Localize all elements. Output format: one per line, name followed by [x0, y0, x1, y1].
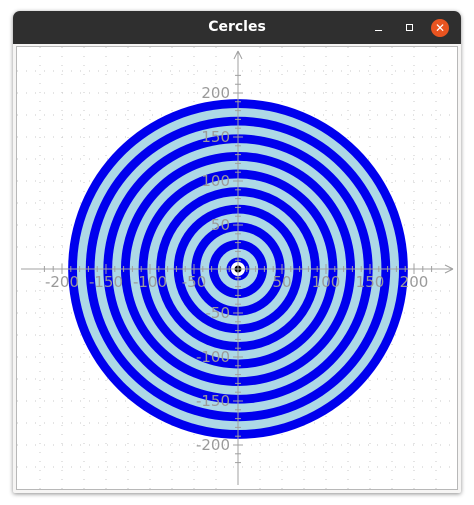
minimize-button[interactable] — [369, 18, 389, 38]
x-tick-label: -150 — [89, 273, 123, 291]
title-bar[interactable]: Cercles ✕ — [13, 11, 461, 44]
circles-plot: -200 -200 -150 -150 -100 -100 -50 -50 50 50 100 100… — [17, 47, 457, 489]
app-window: Cercles ✕ -200 -200 -150 -150 -100 -100 -50 -50… — [13, 11, 461, 493]
y-tick-label: 200 — [201, 84, 230, 102]
x-tick-label: -100 — [133, 273, 167, 291]
x-tick-label: -50 — [182, 273, 207, 291]
y-tick-label: -100 — [196, 348, 230, 366]
x-tick-label: -200 — [45, 273, 79, 291]
x-tick-label: 200 — [400, 273, 429, 291]
minimize-icon — [375, 30, 382, 31]
y-tick-label: 100 — [201, 172, 230, 190]
x-tick-label: 150 — [356, 273, 385, 291]
window-title: Cercles — [208, 19, 266, 35]
drawing-canvas: -200 -200 -150 -150 -100 -100 -50 -50 50 50 100 100… — [16, 46, 458, 490]
y-tick-label: -150 — [196, 392, 230, 410]
y-tick-label: -50 — [206, 304, 231, 322]
close-icon: ✕ — [434, 21, 446, 35]
y-tick-label: 50 — [211, 216, 230, 234]
close-button[interactable]: ✕ — [431, 19, 449, 37]
maximize-button[interactable] — [400, 18, 420, 38]
x-tick-label: 100 — [312, 273, 341, 291]
y-tick-label: -200 — [196, 436, 230, 454]
maximize-icon — [406, 24, 413, 31]
x-tick-label: 50 — [272, 273, 291, 291]
y-tick-label: 150 — [201, 128, 230, 146]
